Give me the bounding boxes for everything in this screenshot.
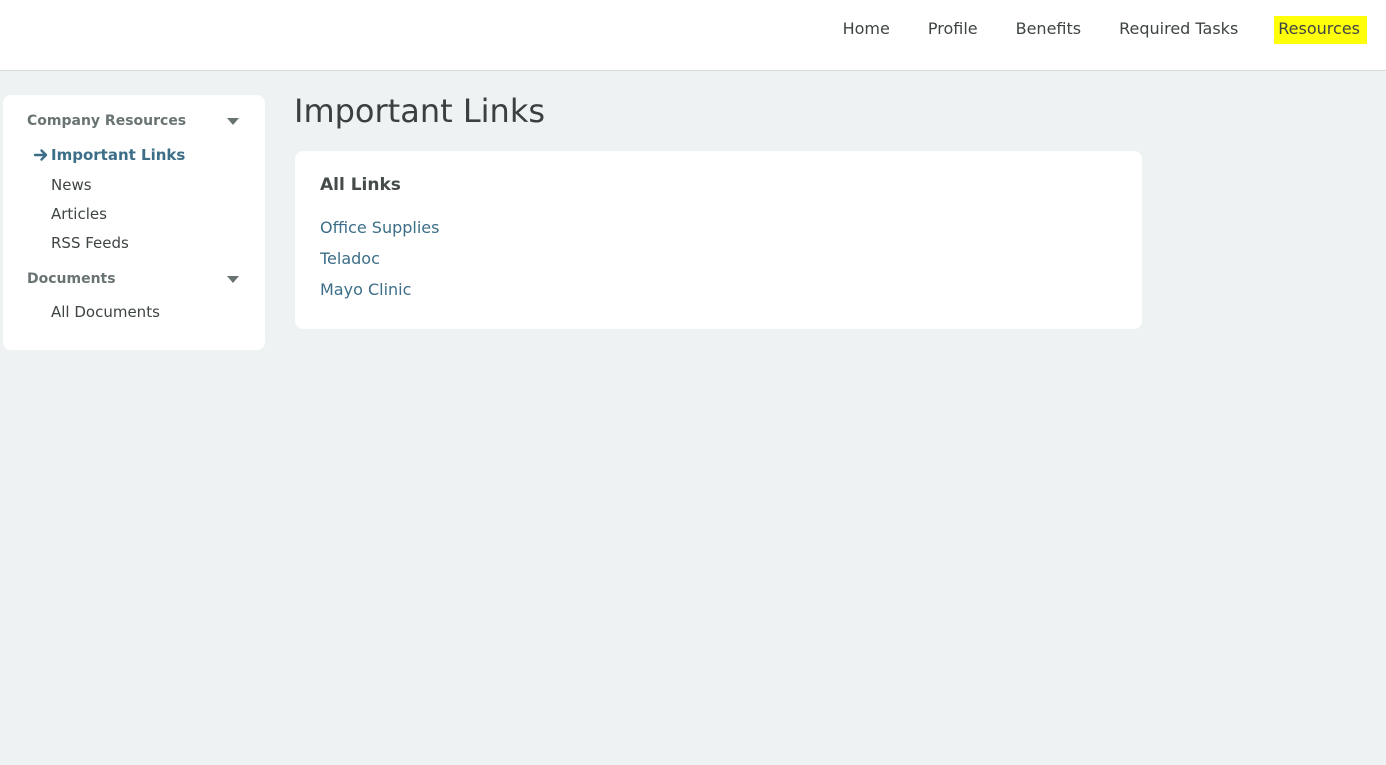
main-nav: Home Profile Benefits Required Tasks Res… [811, 16, 1367, 44]
caret-down-icon[interactable] [227, 275, 239, 283]
sidebar-item-important-links[interactable]: Important Links [51, 145, 185, 165]
arrow-right-icon [33, 149, 48, 161]
card-heading: All Links [320, 175, 401, 195]
nav-profile[interactable]: Profile [926, 16, 980, 44]
sidebar-item-all-documents[interactable]: All Documents [51, 302, 160, 322]
caret-down-icon[interactable] [227, 117, 239, 125]
nav-required-tasks[interactable]: Required Tasks [1117, 16, 1240, 44]
nav-resources[interactable]: Resources [1274, 16, 1367, 44]
links-card: All Links Office Supplies Teladoc Mayo C… [295, 151, 1142, 329]
sidebar-item-rss-feeds[interactable]: RSS Feeds [51, 233, 129, 253]
top-navigation-bar: Home Profile Benefits Required Tasks Res… [0, 0, 1386, 71]
sidebar-section-documents[interactable]: Documents [27, 269, 241, 289]
sidebar-item-articles[interactable]: Articles [51, 204, 107, 224]
nav-benefits[interactable]: Benefits [1014, 16, 1084, 44]
sidebar-section-label: Documents [27, 271, 116, 287]
sidebar-section-company-resources[interactable]: Company Resources [27, 111, 241, 131]
nav-home[interactable]: Home [841, 16, 892, 44]
link-teladoc[interactable]: Teladoc [320, 248, 380, 270]
link-office-supplies[interactable]: Office Supplies [320, 217, 439, 239]
link-mayo-clinic[interactable]: Mayo Clinic [320, 279, 411, 301]
sidebar-item-news[interactable]: News [51, 175, 92, 195]
sidebar: Company Resources Important Links News A… [3, 95, 265, 350]
sidebar-section-label: Company Resources [27, 113, 187, 129]
page-title: Important Links [294, 92, 546, 130]
